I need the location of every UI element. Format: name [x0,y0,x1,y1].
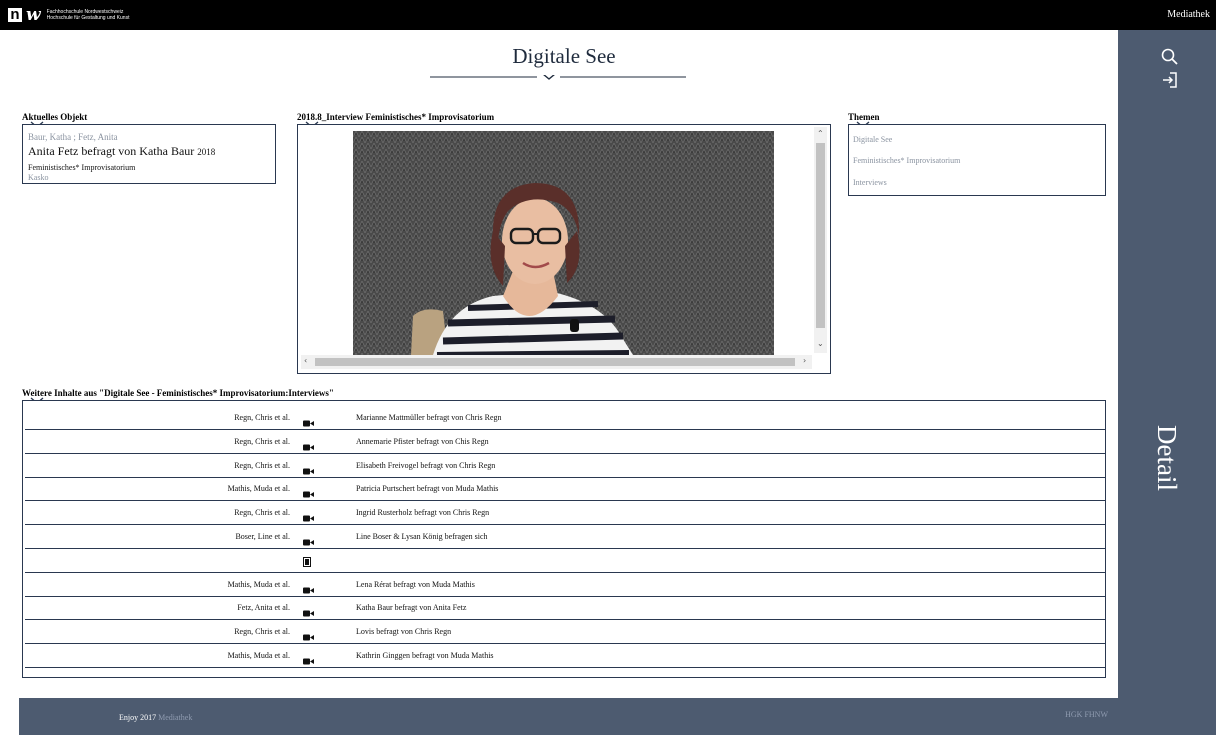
object-project: Feministisches* Improvisatorium [28,163,136,172]
horizontal-scroll-thumb[interactable] [315,358,795,366]
footer: Enjoy 2017 Mediathek HGK FHNW [19,698,1118,735]
list-item[interactable]: Regn, Chris et al. Marianne Mattmüller be… [25,406,1105,430]
video-still-image [353,131,774,355]
login-icon[interactable] [1160,70,1180,90]
theme-item-digitale-see[interactable]: Digitale See [853,135,892,144]
list-item[interactable]: Regn, Chris et al. Annemarie Pfister befr… [25,430,1105,454]
more-content-heading: Weitere Inhalte aus "Digitale See - Femi… [22,388,334,398]
list-item-title[interactable]: Katha Baur befragt von Anita Fetz [356,603,466,612]
footer-enjoy-text: Enjoy 2017 [119,713,157,722]
list-item-title[interactable]: Marianne Mattmüller befragt von Chris Re… [356,413,502,422]
footer-enjoy: Enjoy 2017 Mediathek [119,713,192,722]
list-item-author[interactable]: Fetz, Anita et al. [237,603,290,612]
list-item-author[interactable]: Regn, Chris et al. [234,627,290,636]
top-bar: n w Fachhochschule Nordwestschweiz Hochs… [0,0,1216,30]
list-item-author[interactable]: Regn, Chris et al. [234,413,290,422]
list-item-title[interactable]: Line Boser & Lysan König befragen sich [356,532,488,541]
scroll-down-arrow-icon[interactable]: ⌄ [817,339,824,348]
list-item-title[interactable]: Elisabeth Freivogel befragt von Chris Re… [356,461,495,470]
list-item-title[interactable]: Patricia Purtschert befragt von Muda Mat… [356,484,498,493]
list-item[interactable]: Mathis, Muda et al. Kathrin Ginggen befra… [25,644,1105,668]
scroll-up-arrow-icon[interactable]: ⌃ [817,129,824,138]
theme-item-interviews[interactable]: Interviews [853,178,887,187]
sidebar-detail-label[interactable]: Detail [1151,425,1182,491]
detail-sidebar: Detail [1118,30,1216,735]
search-icon[interactable] [1160,47,1180,67]
list-item-author[interactable]: Regn, Chris et al. [234,461,290,470]
video-vertical-scrollbar[interactable]: ⌃ ⌄ [814,127,827,353]
object-title-text: Anita Fetz befragt von Katha Baur [28,144,195,158]
list-item[interactable]: Regn, Chris et al. Elisabeth Freivogel be… [25,454,1105,478]
page-title: Digitale See [512,44,616,68]
footer-hgk-fhnw[interactable]: HGK FHNW [1065,710,1108,719]
list-item-title[interactable]: Lovis befragt von Chris Regn [356,627,451,636]
object-kasko[interactable]: Kasko [28,173,48,182]
themes-box: Digitale See Feministisches* Improvisato… [848,124,1106,196]
theme-item-improvisatorium[interactable]: Feministisches* Improvisatorium [853,156,960,165]
footer-mediathek-link[interactable]: Mediathek [158,713,192,722]
list-item[interactable]: Mathis, Muda et al. Lena Rérat befragt vo… [25,573,1105,597]
video-horizontal-scrollbar[interactable]: ‹ › [301,355,812,369]
scroll-left-arrow-icon[interactable]: ‹ [304,356,307,365]
list-item-title[interactable]: Lena Rérat befragt von Muda Mathis [356,580,475,589]
scroll-right-arrow-icon[interactable]: › [803,356,806,365]
document-icon [303,554,311,572]
video-player[interactable] [353,131,774,355]
list-item[interactable]: Regn, Chris et al. Ingrid Rusterholz befr… [25,501,1105,526]
title-chevron-divider[interactable] [430,75,686,87]
list-item-title[interactable]: Annemarie Pfister befragt von Chis Regn [356,437,489,446]
list-item[interactable] [25,549,1105,573]
list-item[interactable]: Mathis, Muda et al. Patricia Purtschert b… [25,477,1105,502]
video-heading: 2018.8_Interview Feministisches* Improvi… [297,112,495,122]
fhnw-logo[interactable]: n w Fachhochschule Nordwestschweiz Hochs… [8,5,130,25]
logo-n: n [8,7,22,22]
object-year: 2018 [197,147,216,157]
list-item[interactable]: Regn, Chris et al. Lovis befragt von Chri… [25,620,1105,645]
list-item-author[interactable]: Regn, Chris et al. [234,508,290,517]
list-item-title[interactable]: Ingrid Rusterholz befragt von Chris Regn [356,508,489,517]
mediathek-link[interactable]: Mediathek [1167,9,1210,20]
list-item-author[interactable]: Mathis, Muda et al. [228,484,290,493]
object-authors[interactable]: Baur, Katha ; Fetz, Anita [28,132,118,142]
list-item[interactable]: Fetz, Anita et al. Katha Baur befragt von… [25,596,1105,621]
vertical-scroll-thumb[interactable] [816,143,825,328]
list-item[interactable]: Boser, Line et al. Line Boser & Lysan Kön… [25,525,1105,549]
video-camera-icon [303,652,314,670]
list-item-author[interactable]: Mathis, Muda et al. [228,651,290,660]
list-item-title[interactable]: Kathrin Ginggen befragt von Muda Mathis [356,651,494,660]
list-item-author[interactable]: Regn, Chris et al. [234,437,290,446]
object-title: Anita Fetz befragt von Katha Baur 2018 [28,144,215,159]
logo-w: w [26,5,41,25]
current-object-box: Baur, Katha ; Fetz, Anita Anita Fetz bef… [22,124,276,184]
list-item-author[interactable]: Boser, Line et al. [235,532,290,541]
logo-line-2: Hochschule für Gestaltung und Kunst [46,15,130,21]
logo-text: Fachhochschule Nordwestschweiz Hochschul… [47,9,130,21]
list-item-author[interactable]: Mathis, Muda et al. [228,580,290,589]
